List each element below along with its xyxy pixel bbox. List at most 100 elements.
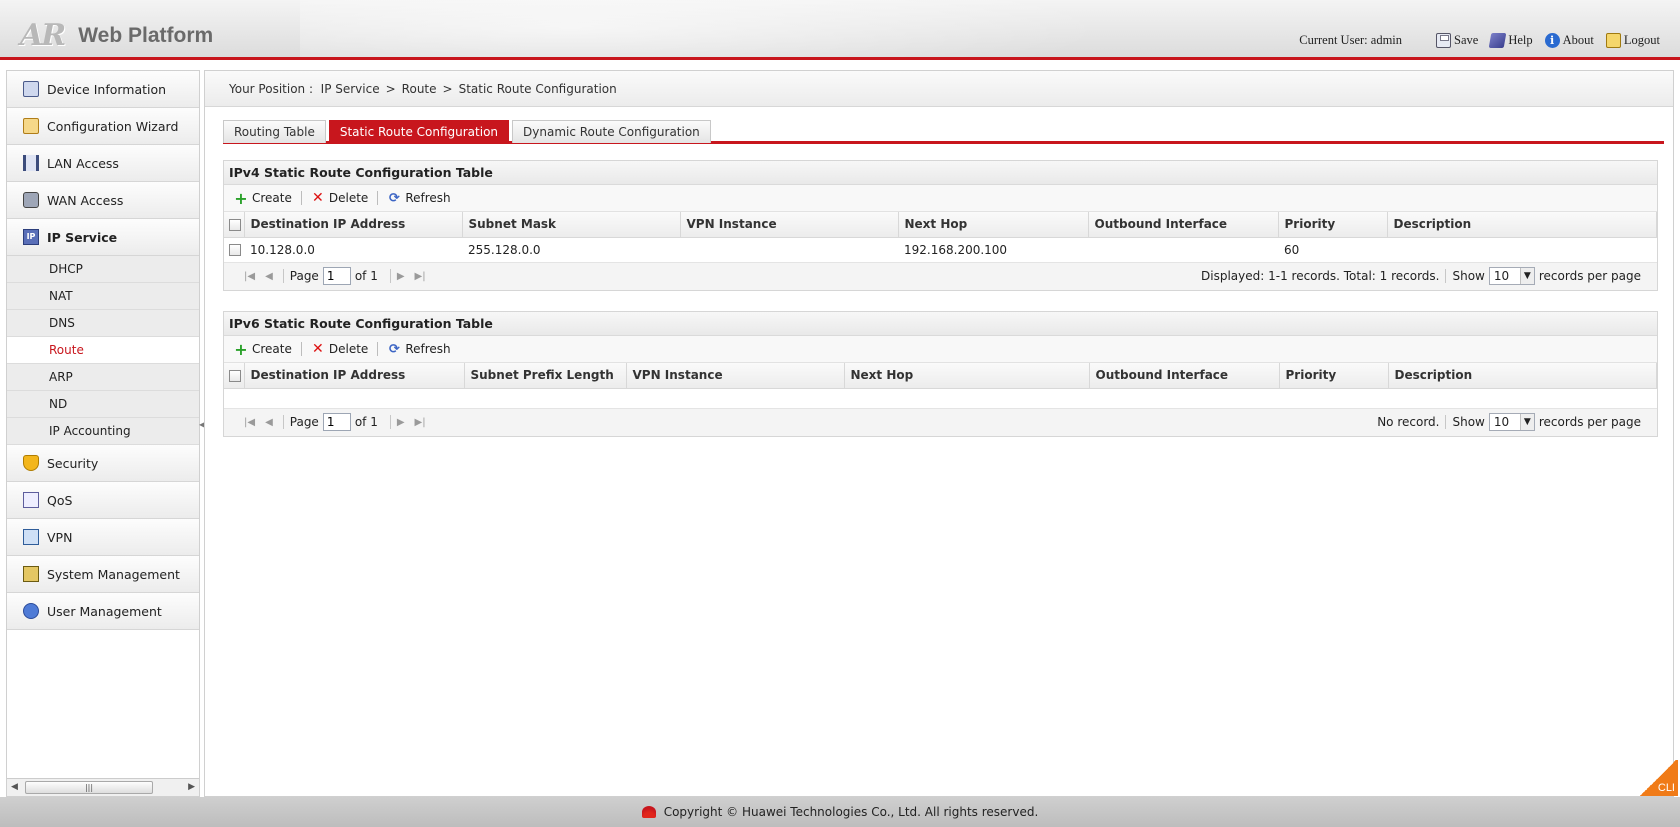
info-icon: i bbox=[1544, 33, 1560, 48]
user-bar: Current User: admin Save Help i About Log… bbox=[1299, 33, 1660, 48]
column-header[interactable]: Subnet Mask bbox=[462, 212, 681, 238]
first-page-icon[interactable]: |◀ bbox=[244, 271, 255, 282]
sidebar-item-device-information[interactable]: Device Information bbox=[7, 71, 199, 108]
records-per-page-select[interactable]: 10 ▼ bbox=[1488, 412, 1535, 431]
ipv6-delete-button[interactable]: ✕ Delete bbox=[307, 341, 372, 357]
ipv4-create-button[interactable]: + Create bbox=[230, 189, 296, 208]
tab-static-route-configuration[interactable]: Static Route Configuration bbox=[328, 120, 510, 143]
scrollbar-thumb[interactable]: ||| bbox=[25, 781, 153, 794]
help-button[interactable]: Help bbox=[1489, 33, 1533, 48]
scroll-right-icon[interactable]: ▶ bbox=[188, 782, 195, 792]
column-header[interactable]: Next Hop bbox=[898, 212, 1089, 238]
last-page-icon[interactable]: ▶| bbox=[415, 417, 426, 428]
ipv6-create-button[interactable]: + Create bbox=[230, 340, 296, 359]
help-label: Help bbox=[1508, 33, 1533, 47]
toolbar-separator bbox=[377, 342, 379, 356]
ipv4-delete-button[interactable]: ✕ Delete bbox=[307, 190, 372, 206]
ipv6-refresh-button[interactable]: ⟳ Refresh bbox=[383, 342, 454, 357]
page-number-input[interactable] bbox=[322, 267, 351, 285]
sidebar-item-configuration-wizard[interactable]: Configuration Wizard bbox=[7, 108, 199, 145]
header: AR Web Platform Current User: admin Save… bbox=[0, 0, 1680, 60]
column-header[interactable]: Priority bbox=[1278, 212, 1388, 238]
sidebar-item-label: VPN bbox=[47, 529, 73, 545]
column-header[interactable]: Priority bbox=[1279, 363, 1389, 389]
sidebar-item-wan-access[interactable]: WAN Access bbox=[7, 182, 199, 219]
sidebar-subitem-nat[interactable]: NAT bbox=[7, 283, 199, 310]
about-button[interactable]: i About bbox=[1544, 33, 1594, 48]
column-header[interactable]: Description bbox=[1388, 363, 1657, 389]
table-row[interactable]: 10.128.0.0 255.128.0.0 192.168.200.100 6… bbox=[224, 237, 1657, 263]
toolbar-separator bbox=[377, 191, 379, 205]
huawei-logo-icon bbox=[641, 806, 656, 818]
records-status: No record. bbox=[1377, 414, 1440, 429]
sidebar-subitem-dhcp[interactable]: DHCP bbox=[7, 256, 199, 283]
column-header[interactable]: Subnet Prefix Length bbox=[464, 363, 627, 389]
page-number-input[interactable] bbox=[322, 413, 351, 431]
show-label: Show bbox=[1452, 414, 1485, 429]
first-page-icon[interactable]: |◀ bbox=[244, 417, 255, 428]
device-icon bbox=[23, 81, 39, 97]
delete-icon: ✕ bbox=[312, 341, 324, 357]
last-page-icon[interactable]: ▶| bbox=[415, 271, 426, 282]
system-icon bbox=[23, 566, 39, 582]
chevron-down-icon: ▼ bbox=[1519, 267, 1534, 284]
column-header[interactable]: Outbound Interface bbox=[1089, 363, 1280, 389]
sidebar-item-lan-access[interactable]: LAN Access bbox=[7, 145, 199, 182]
column-header[interactable]: Outbound Interface bbox=[1088, 212, 1279, 238]
current-user-label: Current User: bbox=[1299, 33, 1368, 47]
delete-label: Delete bbox=[328, 342, 369, 356]
lan-icon bbox=[23, 155, 39, 171]
column-header[interactable]: VPN Instance bbox=[626, 363, 845, 389]
breadcrumb-label: Your Position : bbox=[229, 81, 314, 96]
cell-description bbox=[1387, 237, 1657, 263]
records-per-page-select[interactable]: 10 ▼ bbox=[1488, 266, 1535, 285]
cell-outbound-interface bbox=[1088, 237, 1278, 263]
footer: Copyright © Huawei Technologies Co., Ltd… bbox=[0, 797, 1680, 827]
tab-dynamic-route-configuration[interactable]: Dynamic Route Configuration bbox=[512, 120, 711, 143]
refresh-label: Refresh bbox=[405, 342, 451, 356]
chevron-down-icon: ▼ bbox=[1519, 413, 1534, 430]
sidebar-item-qos[interactable]: QoS bbox=[7, 482, 199, 519]
column-header[interactable]: Destination IP Address bbox=[244, 363, 465, 389]
sidebar-horizontal-scrollbar[interactable]: ◀ ||| ▶ bbox=[7, 778, 199, 796]
copyright-text: Copyright © Huawei Technologies Co., Ltd… bbox=[663, 805, 1039, 819]
create-label: Create bbox=[252, 342, 292, 356]
save-button[interactable]: Save bbox=[1436, 33, 1478, 48]
current-user: Current User: admin bbox=[1299, 33, 1402, 48]
cli-button[interactable]: CLI bbox=[1638, 760, 1678, 796]
records-per-page-label: records per page bbox=[1538, 414, 1641, 429]
page-label: Page bbox=[289, 269, 319, 283]
logout-button[interactable]: Logout bbox=[1605, 33, 1660, 48]
ipv4-refresh-button[interactable]: ⟳ Refresh bbox=[383, 191, 454, 206]
scroll-left-icon[interactable]: ◀ bbox=[11, 782, 18, 792]
logout-icon bbox=[1605, 33, 1621, 48]
prev-page-icon[interactable]: ◀ bbox=[265, 271, 273, 282]
sidebar-subitem-nd[interactable]: ND bbox=[7, 391, 199, 418]
next-page-icon[interactable]: ▶ bbox=[397, 271, 405, 282]
breadcrumb-separator: > bbox=[385, 81, 396, 96]
sidebar-subitem-route[interactable]: Route bbox=[7, 337, 199, 364]
sidebar-item-security[interactable]: Security bbox=[7, 445, 199, 482]
sidebar-item-user-management[interactable]: User Management bbox=[7, 593, 199, 630]
sidebar-item-vpn[interactable]: VPN bbox=[7, 519, 199, 556]
logout-label: Logout bbox=[1623, 33, 1660, 47]
sidebar-item-ip-service[interactable]: IP IP Service bbox=[7, 219, 199, 256]
column-header[interactable]: Destination IP Address bbox=[244, 212, 463, 238]
column-header[interactable]: Next Hop bbox=[844, 363, 1090, 389]
table-header-row: Destination IP Address Subnet Mask VPN I… bbox=[224, 212, 1657, 238]
tab-routing-table[interactable]: Routing Table bbox=[223, 120, 326, 143]
prev-page-icon[interactable]: ◀ bbox=[265, 417, 273, 428]
sidebar-item-system-management[interactable]: System Management bbox=[7, 556, 199, 593]
column-header[interactable]: VPN Instance bbox=[680, 212, 899, 238]
sidebar-subitem-dns[interactable]: DNS bbox=[7, 310, 199, 337]
select-all-checkbox[interactable] bbox=[229, 218, 241, 231]
sidebar-subitem-arp[interactable]: ARP bbox=[7, 364, 199, 391]
save-label: Save bbox=[1454, 33, 1479, 47]
next-page-icon[interactable]: ▶ bbox=[397, 417, 405, 428]
row-checkbox[interactable] bbox=[229, 244, 241, 256]
select-all-checkbox[interactable] bbox=[229, 369, 241, 382]
column-header[interactable]: Description bbox=[1387, 212, 1657, 238]
logo-text: Web Platform bbox=[78, 23, 214, 47]
pager-separator bbox=[389, 415, 391, 429]
sidebar-subitem-ip-accounting[interactable]: IP Accounting bbox=[7, 418, 199, 445]
